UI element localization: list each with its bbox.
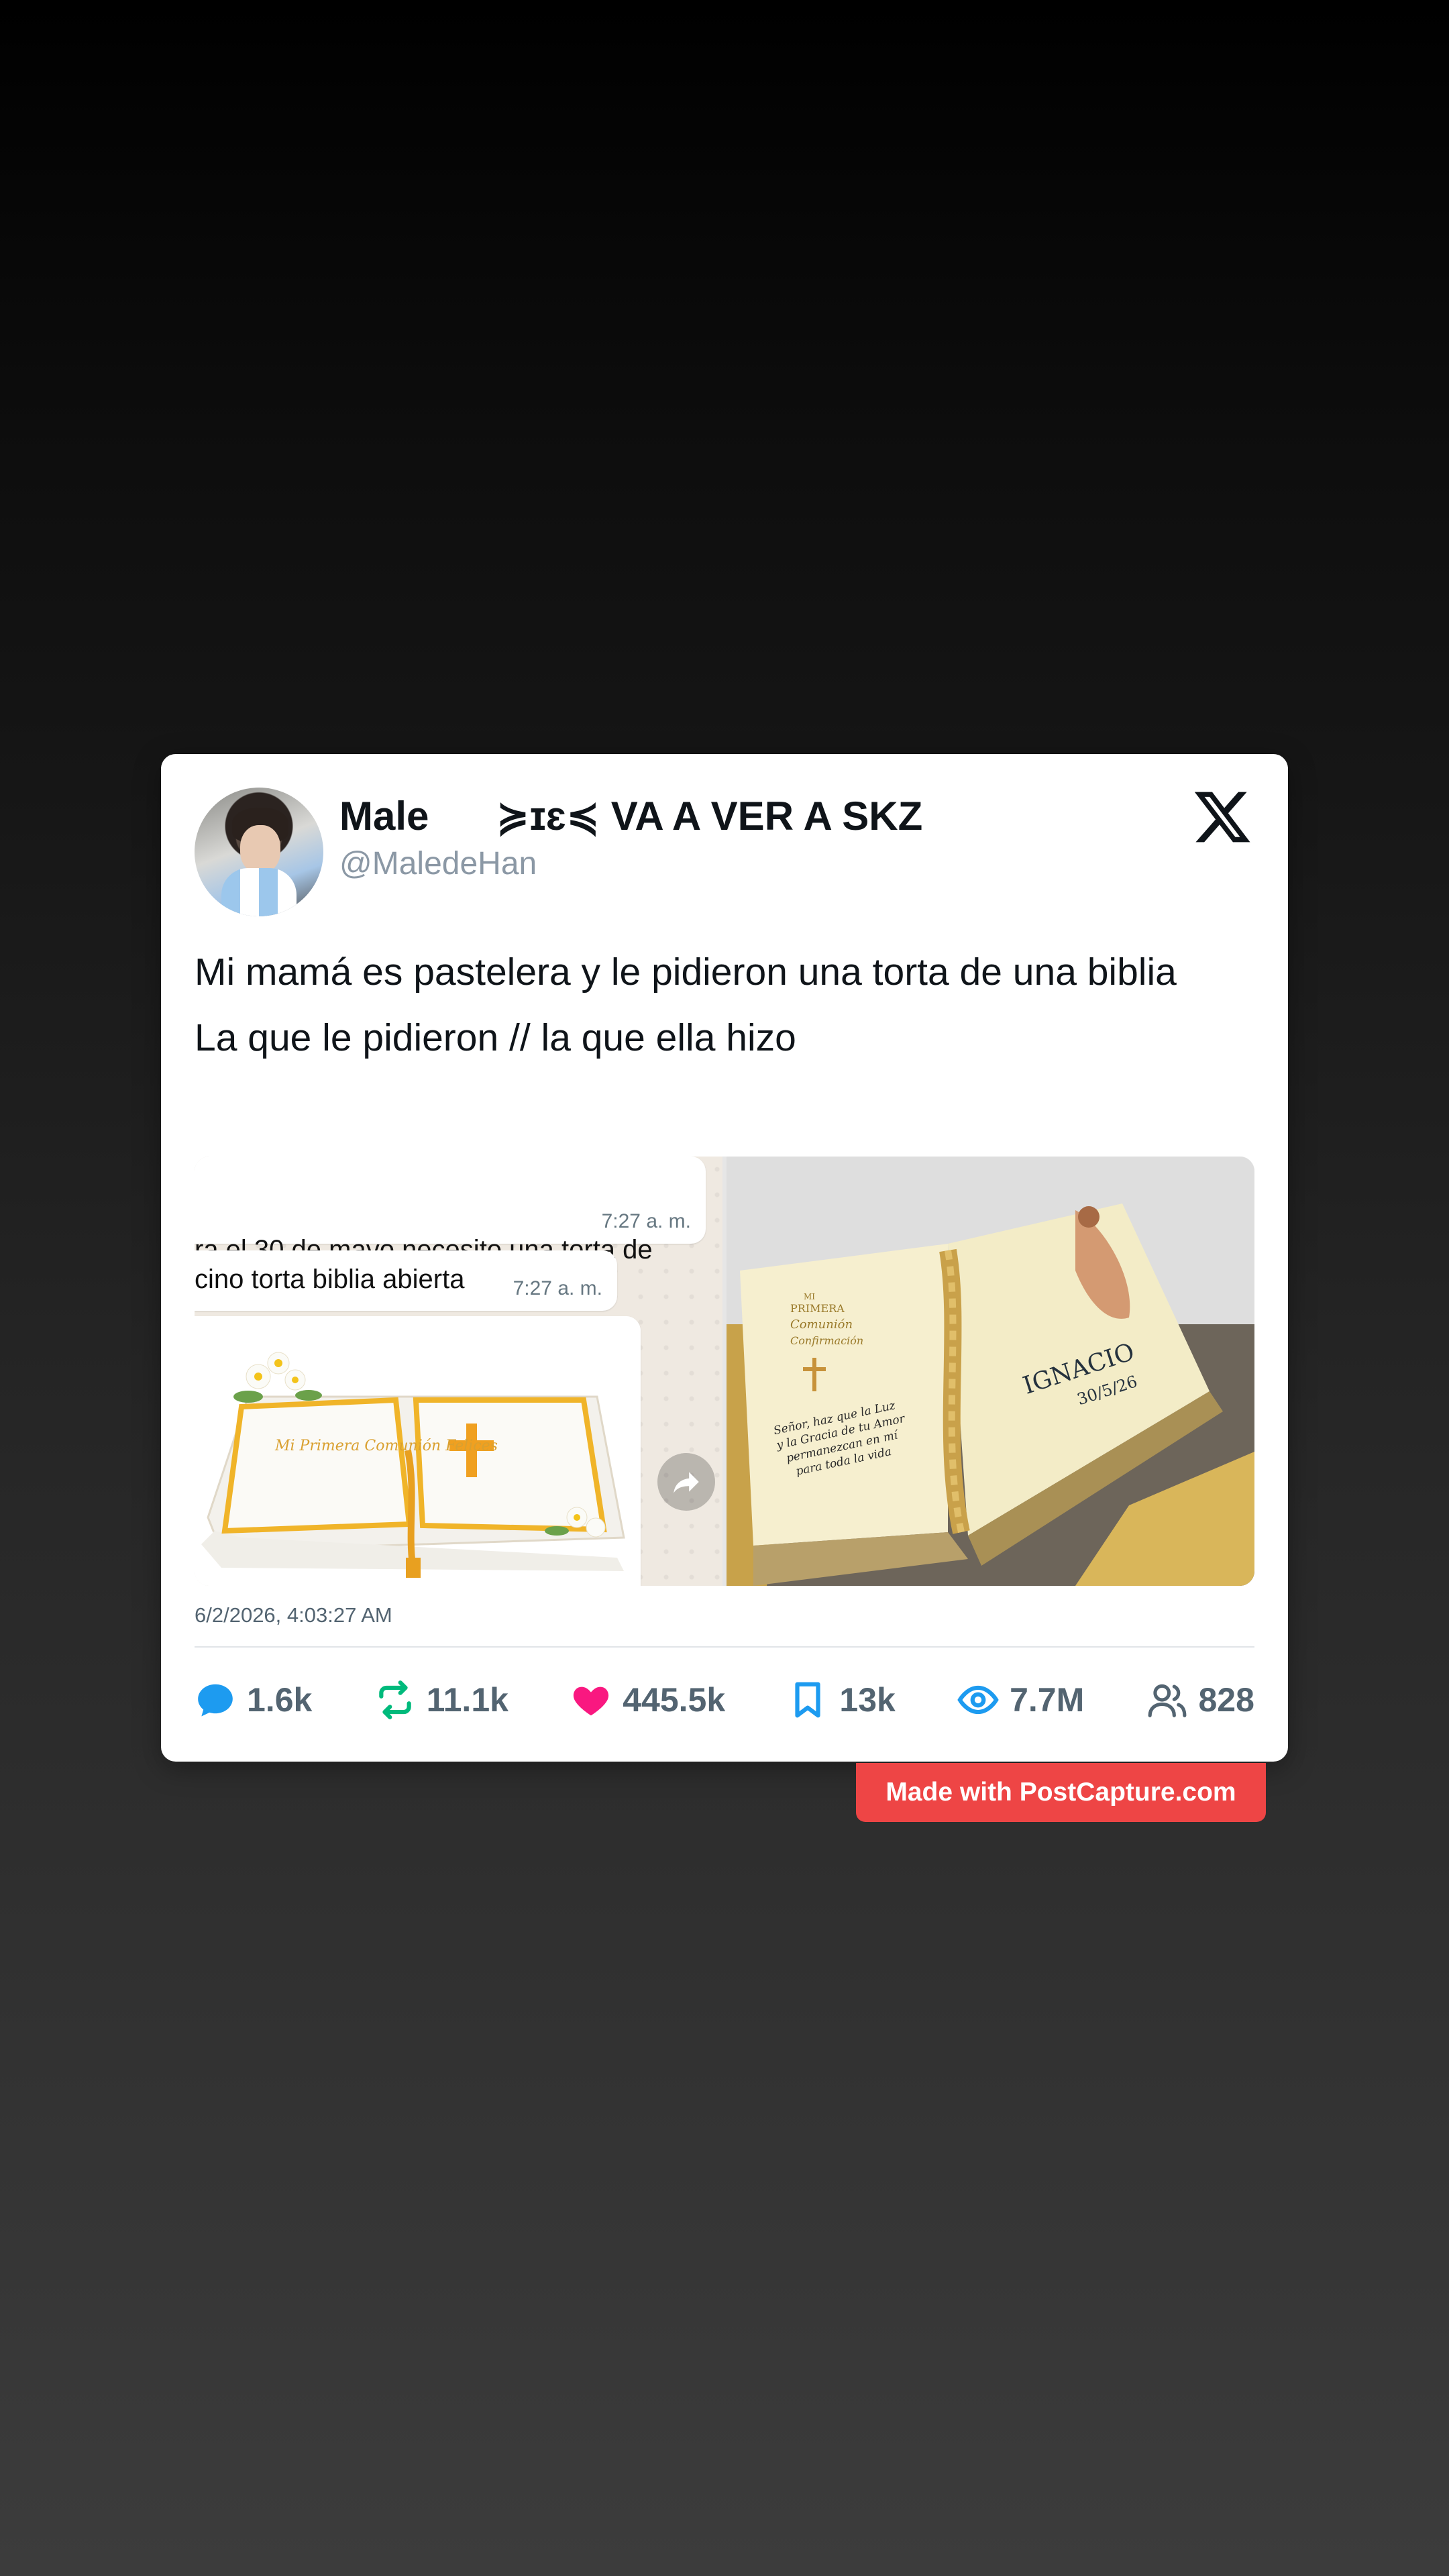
display-name[interactable]: Male ≽ɪɛ≼ VA A VER A SKZ: [339, 793, 922, 840]
chat-time: 7:27 a. m.: [601, 1210, 691, 1232]
views-count: 7.7M: [1010, 1681, 1085, 1719]
heart-icon: [574, 1686, 609, 1716]
page-title: Confirmación: [790, 1334, 863, 1347]
page-title: Comunión: [790, 1318, 853, 1332]
chat-bubble: cino torta biblia abierta 7:27 a. m.: [195, 1250, 617, 1311]
user-handle[interactable]: @MaledeHan: [339, 845, 537, 882]
avatar[interactable]: [195, 788, 323, 916]
media-image-chat-screenshot[interactable]: ra el 30 de mayo necesito una torta de m…: [195, 1157, 722, 1586]
retweet-icon: [378, 1680, 411, 1719]
chat-image-bubble: Mi Primera Comunión Felices: [195, 1316, 641, 1586]
chat-message-line: cino torta biblia abierta: [195, 1265, 465, 1294]
bookmark-stat[interactable]: 13k: [787, 1679, 896, 1721]
divider: [195, 1646, 1254, 1648]
reply-stat[interactable]: 1.6k: [195, 1679, 312, 1721]
like-count: 445.5k: [623, 1681, 726, 1719]
engagement-bar: 1.6k 11.1k 445.5k 13k 7.7M 828: [195, 1673, 1254, 1727]
media-grid: ra el 30 de mayo necesito una torta de m…: [195, 1157, 1254, 1586]
followers-count: 828: [1198, 1681, 1254, 1719]
tweet-timestamp: 6/2/2026, 4:03:27 AM: [195, 1603, 392, 1627]
page-title: PRIMERA: [790, 1302, 845, 1315]
tweet-card: Male ≽ɪɛ≼ VA A VER A SKZ @MaledeHan Mi m…: [161, 754, 1288, 1762]
reply-count: 1.6k: [247, 1681, 313, 1719]
chat-time: 7:27 a. m.: [513, 1277, 602, 1299]
media-image-bible-cake[interactable]: MI PRIMERA Comunión Confirmación Señor, …: [727, 1157, 1254, 1586]
users-icon: [1148, 1684, 1186, 1717]
views-stat[interactable]: 7.7M: [957, 1679, 1084, 1721]
bible-cake-image: MI PRIMERA Comunión Confirmación Señor, …: [727, 1157, 1254, 1586]
tweet-text-line-2: La que le pidieron // la que ella hizo: [195, 1016, 796, 1059]
retweet-stat[interactable]: 11.1k: [374, 1679, 508, 1721]
reference-cake-image: Mi Primera Comunión Felices: [195, 1316, 641, 1586]
page-title-small: MI: [804, 1292, 815, 1301]
eye-icon: [957, 1685, 999, 1715]
forward-icon[interactable]: [657, 1453, 715, 1511]
tweet-text-line-1: Mi mamá es pastelera y le pidieron una t…: [195, 951, 1177, 994]
reply-icon: [198, 1684, 233, 1717]
cake-inscription: Mi Primera Comunión Felices: [274, 1438, 498, 1454]
like-stat[interactable]: 445.5k: [570, 1679, 725, 1721]
postcapture-watermark[interactable]: Made with PostCapture.com: [856, 1763, 1266, 1822]
followers-stat[interactable]: 828: [1146, 1679, 1254, 1721]
x-logo-icon[interactable]: [1191, 786, 1253, 848]
chat-bubble: ra el 30 de mayo necesito una torta de m…: [195, 1157, 706, 1365]
tweet-text: Mi mamá es pastelera y le pidieron una t…: [195, 939, 1254, 1071]
bookmark-count: 13k: [839, 1681, 896, 1719]
bookmark-icon: [795, 1682, 820, 1718]
retweet-count: 11.1k: [426, 1681, 508, 1719]
